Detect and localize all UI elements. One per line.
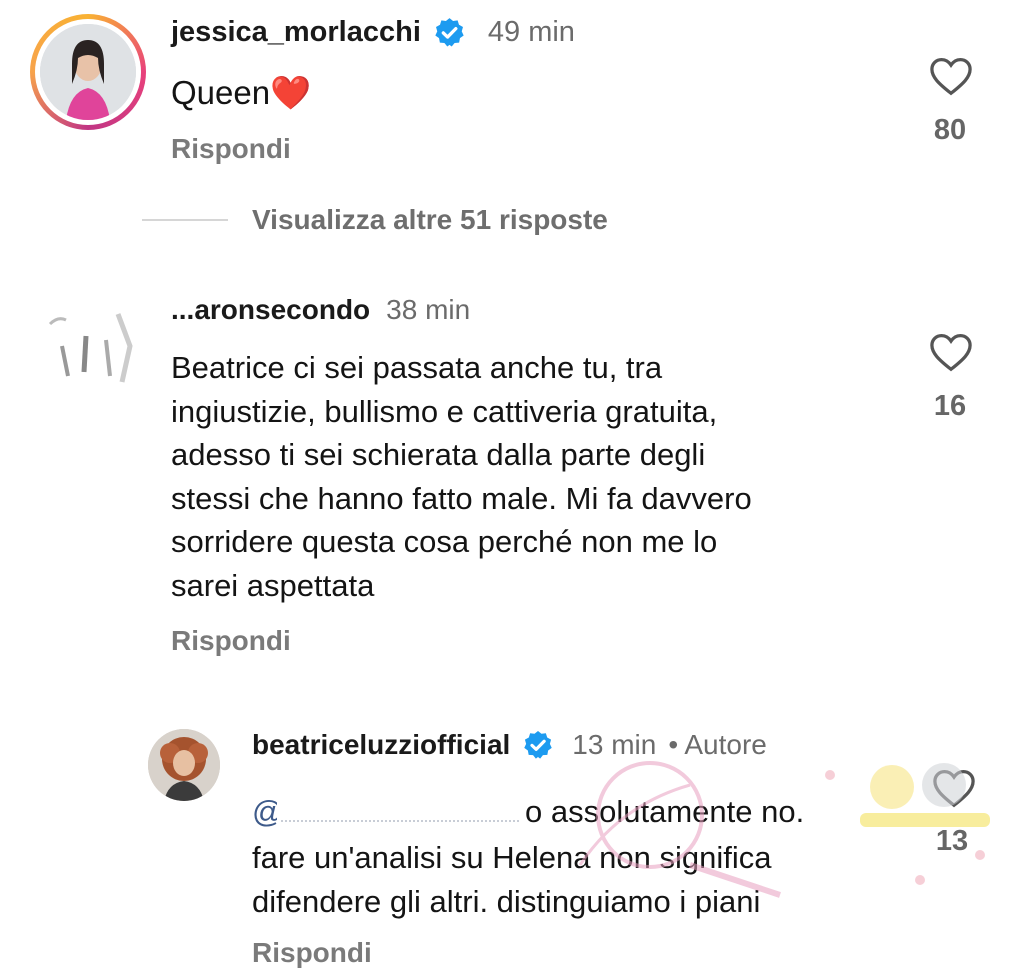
comment-time: 49 min xyxy=(487,16,575,48)
avatar[interactable] xyxy=(44,306,140,390)
comment-text-line: ingiustizie, bullismo e cattiveria gratu… xyxy=(171,393,718,429)
username[interactable]: jessica_morlacchi xyxy=(171,16,421,49)
comment-text-line: Beatrice ci sei passata anche tu, tra xyxy=(171,350,663,385)
avatar[interactable] xyxy=(148,729,220,801)
username[interactable]: ...aronsecondo xyxy=(171,294,370,326)
reply-button[interactable]: Rispondi xyxy=(171,625,291,657)
avatar-portrait-icon xyxy=(40,24,136,120)
reply-text-line: o assolutamente no. xyxy=(525,794,805,829)
view-more-divider xyxy=(142,219,228,221)
avatar xyxy=(40,24,136,120)
reply-time: 13 min xyxy=(572,729,657,760)
like-count: 80 xyxy=(933,114,967,146)
author-badge: • Autore xyxy=(668,729,767,760)
avatar-blurred-icon xyxy=(44,306,140,390)
comment-header: ...aronsecondo 38 min xyxy=(171,294,470,326)
like-count: 16 xyxy=(933,390,967,422)
reply-button[interactable]: Rispondi xyxy=(171,133,291,165)
comment-text-line: sorridere questa cosa perché non me lo xyxy=(171,524,718,559)
username[interactable]: beatriceluzziofficial xyxy=(252,729,510,761)
avatar-story-ring[interactable] xyxy=(30,14,146,130)
reply-text-line: fare un'analisi su Helena non significa xyxy=(252,840,772,875)
comment-header: jessica_morlacchi 49 min xyxy=(171,16,575,49)
comment-text-line: sarei aspettata xyxy=(171,567,375,603)
reply-button[interactable]: Rispondi xyxy=(252,937,372,969)
avatar-portrait-icon xyxy=(148,729,220,801)
verified-badge-icon xyxy=(524,731,553,759)
heart-icon[interactable] xyxy=(932,768,976,808)
reply-text: @ o assolutamente no. fare un'analisi su… xyxy=(252,790,892,923)
comment-text-line: adesso ti sei schierata dalla parte degl… xyxy=(171,437,706,472)
heart-icon[interactable] xyxy=(929,332,973,372)
reply-text-line: difendere gli altri. distinguiamo i pian… xyxy=(252,883,761,919)
view-more-replies-button[interactable]: Visualizza altre 51 risposte xyxy=(252,204,608,236)
reply-header: beatriceluzziofficial 13 min • Autore xyxy=(252,729,767,761)
mention-redacted xyxy=(281,820,519,822)
like-count: 13 xyxy=(935,825,969,857)
heart-icon[interactable] xyxy=(929,56,973,96)
comment-text: Beatrice ci sei passata anche tu, tra in… xyxy=(171,346,911,607)
verified-badge-icon xyxy=(435,18,464,47)
mention-link[interactable]: @ xyxy=(252,790,277,834)
comment-time: 38 min xyxy=(386,294,471,325)
comment-text: Queen❤️ xyxy=(171,74,312,111)
comment-text-line: stessi che hanno fatto male. Mi fa davve… xyxy=(171,480,752,516)
